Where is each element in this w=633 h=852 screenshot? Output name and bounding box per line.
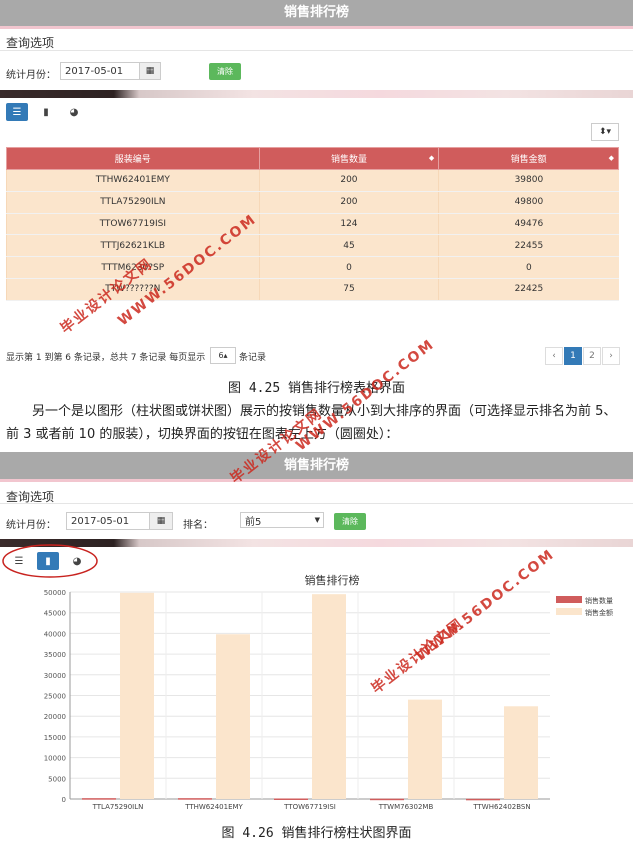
y-tick-label: 35000 (44, 651, 66, 659)
list-view-button[interactable]: ☰ (6, 103, 28, 121)
caret-icon: ▴ (223, 351, 228, 360)
bar-amount (408, 699, 442, 799)
legend-swatch (556, 596, 582, 603)
y-tick-label: 40000 (44, 630, 66, 638)
sales-bar-chart: 销售排行榜 0 5000 10000 15000 20000 25000 30000 35000… (44, 573, 613, 811)
x-tick-label: TTWH62402BSN (472, 803, 530, 811)
bar-qty (82, 798, 116, 800)
pager-text-before: 显示第 1 到第 6 条记录，总共 7 条记录 每页显示 (6, 353, 206, 363)
figure-caption-1: 图 4.25 销售排行榜表格界面 (228, 381, 405, 396)
bar-amount (312, 594, 346, 799)
page-size-select[interactable]: 6 ▴ (210, 347, 236, 364)
x-tick-label: TTOW67719ISI (283, 803, 336, 811)
y-tick-label: 10000 (44, 755, 66, 763)
col-header-amount[interactable]: 销售金额 ◆ (438, 147, 619, 170)
bar-qty (466, 798, 500, 801)
legend-swatch (556, 608, 582, 615)
pie-view-button[interactable]: ◕ (63, 103, 85, 121)
bar-qty (178, 798, 212, 800)
app-title: 销售排行榜 (283, 5, 349, 20)
legend-label: 销售金额 (585, 608, 613, 617)
y-tick-label: 45000 (44, 610, 66, 618)
x-tick-label: TTWM76302MB (378, 803, 434, 811)
x-tick-label: TTLA75290ILN (92, 803, 144, 811)
banner-image-strip (0, 90, 633, 98)
pager-info: 显示第 1 到第 6 条记录，总共 7 条记录 每页显示 (6, 350, 205, 363)
legend-label: 销售数量 (585, 596, 613, 605)
page-next-button[interactable]: › (602, 347, 620, 365)
pager-info-after: 条记录 (239, 353, 267, 363)
figure-caption-2: 图 4.26 销售排行榜柱状图界面 (221, 826, 412, 841)
document-page: 销售排行榜 查询选项 统计月份： 2017-05-01 ▦ 清除 ☰ ▮ ◕ ⬍… (0, 0, 633, 852)
clear-button-label: 清除 (217, 67, 233, 76)
y-tick-label: 15000 (44, 734, 66, 742)
app-title-bar: 销售排行榜 (0, 0, 633, 26)
bar-chart-icon: ▮ (43, 106, 49, 118)
chart-title: 销售排行榜 (305, 573, 360, 587)
calendar-button[interactable]: ▦ (139, 62, 161, 80)
month-input[interactable]: 2017-05-01 (60, 62, 140, 80)
y-tick-label: 30000 (44, 672, 66, 680)
bar-view-button[interactable]: ▮ (35, 103, 57, 121)
export-icon: ⬍▾ (598, 127, 612, 137)
bar-amount (120, 592, 154, 799)
pie-chart-icon: ◕ (69, 106, 79, 118)
col-header-code[interactable]: 服装编号 (6, 147, 260, 170)
bar-qty (370, 798, 404, 801)
page-prev-button[interactable]: ‹ (545, 347, 563, 365)
page-2-button[interactable]: 2 (583, 347, 601, 365)
y-tick-label: 25000 (44, 693, 66, 701)
table-row: TTOW67719ISI 124 49476 (6, 213, 619, 236)
x-tick-label: TTHW62401EMY (184, 803, 243, 811)
clear-button[interactable]: 清除 (209, 63, 241, 80)
month-value: 2017-05-01 (65, 65, 124, 77)
sales-table: 服装编号 销售数量 ◆ 销售金额 ◆ TTHW62401EMY 200 39800 TT… (6, 147, 619, 301)
col-header-qty[interactable]: 销售数量 ◆ (258, 147, 440, 170)
calendar-icon: ▦ (145, 66, 155, 76)
month-label: 统计月份： (6, 70, 56, 81)
sort-icon: ◆ (428, 154, 435, 162)
sort-icon: ◆ (608, 154, 614, 162)
bar-qty (274, 798, 308, 800)
table-row: TTLA75290ILN 200 49800 (6, 191, 619, 214)
y-tick-label: 50000 (44, 589, 66, 597)
table-row: TTHW62401EMY 200 39800 (6, 169, 619, 192)
bar-amount (504, 706, 538, 799)
y-tick-label: 5000 (48, 775, 66, 783)
table-header-row: 服装编号 销售数量 ◆ 销售金额 ◆ (6, 147, 619, 170)
export-button[interactable]: ⬍▾ (591, 123, 619, 141)
table-row: TTTM6230?SP 0 0 (6, 256, 619, 279)
bar-amount (216, 634, 250, 799)
y-tick-label: 20000 (44, 713, 66, 721)
list-icon: ☰ (12, 106, 22, 118)
page-1-button[interactable]: 1 (564, 347, 582, 365)
table-row: TTTJ62621KLB 45 22455 (6, 234, 619, 258)
query-heading: 查询选项 (0, 29, 633, 51)
y-tick-label: 0 (62, 796, 66, 804)
